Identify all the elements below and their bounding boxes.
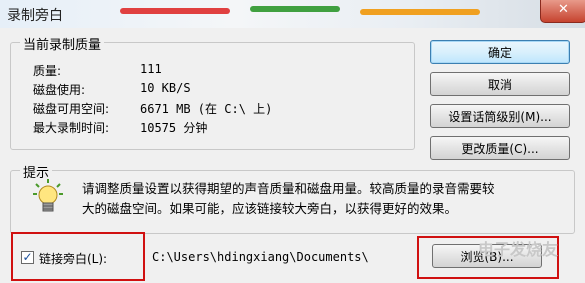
close-icon: ✕: [558, 2, 569, 17]
quality-group-title: 当前录制质量: [20, 34, 105, 53]
title-bar: 录制旁白 ✕: [0, 0, 585, 28]
mic-level-button[interactable]: 设置话筒级别(M)...: [430, 104, 570, 128]
max-time-label: 最大录制时间:: [33, 121, 110, 135]
dialog-body: 当前录制质量 质量: 111 磁盘使用: 10 KB/S 磁盘可用空间: 667…: [0, 28, 585, 283]
hint-text-line2: 大的磁盘空间。如果可能，应该链接较大旁白，以获得更好的效果。: [82, 201, 458, 216]
free-space-value: 6671 MB (在 C:\ 上): [140, 102, 273, 116]
ok-button[interactable]: 确定: [430, 40, 570, 64]
window-title: 录制旁白: [7, 8, 63, 24]
disk-usage-label: 磁盘使用:: [33, 83, 86, 97]
disk-usage-value: 10 KB/S: [140, 81, 191, 95]
link-checkbox[interactable]: ✓: [21, 251, 34, 264]
change-quality-button[interactable]: 更改质量(C)...: [430, 136, 570, 160]
title-decoration: [120, 8, 230, 14]
cancel-button[interactable]: 取消: [430, 72, 570, 96]
quality-value: 111: [140, 62, 162, 76]
link-path: C:\Users\hdingxiang\Documents\: [152, 250, 369, 264]
close-button[interactable]: ✕: [540, 0, 585, 23]
max-time-value: 10575 分钟: [140, 121, 208, 135]
title-decoration: [360, 9, 480, 15]
title-decoration: [250, 6, 340, 12]
watermark: 电子发烧友: [478, 240, 559, 259]
quality-label: 质量:: [33, 64, 62, 78]
hint-text-line1: 请调整质量设置以获得期望的声音质量和磁盘用量。较高质量的录音需要较: [82, 181, 495, 196]
link-checkbox-label[interactable]: 链接旁白(L):: [39, 250, 107, 267]
free-space-label: 磁盘可用空间:: [33, 102, 110, 116]
lightbulb-icon: [33, 179, 63, 212]
